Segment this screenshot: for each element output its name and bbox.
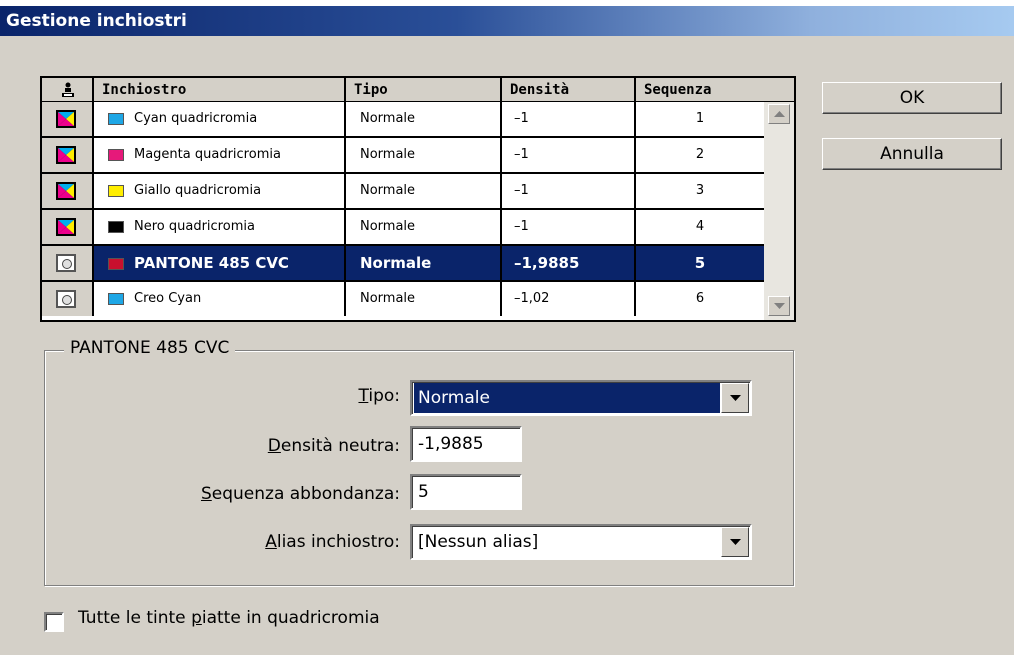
ink-type-cell: Normale: [346, 138, 502, 172]
table-scrollbar[interactable]: [764, 102, 794, 320]
ink-name: Cyan quadricromia: [134, 111, 258, 126]
ink-color-swatch: [108, 112, 124, 125]
ink-density-cell: –1: [502, 138, 636, 172]
spot-ink-icon: [56, 254, 76, 272]
ink-row[interactable]: Creo Cyan Normale –1,02 6: [42, 282, 764, 318]
ink-row[interactable]: Cyan quadricromia Normale –1 1: [42, 102, 764, 138]
ink-sequence-cell: 1: [636, 102, 764, 136]
ink-sequence-cell: 6: [636, 282, 764, 316]
ink-name: Creo Cyan: [134, 291, 202, 306]
ink-color-swatch: [108, 184, 124, 197]
ink-kind-cell[interactable]: [42, 174, 94, 208]
arrow-up-icon: [774, 111, 785, 117]
type-label: Tipo:: [358, 386, 400, 406]
scroll-up-button[interactable]: [768, 104, 790, 124]
ink-kind-cell[interactable]: [42, 282, 94, 316]
ink-type-cell: Normale: [346, 174, 502, 208]
sequence-label: Sequenza abbondanza:: [200, 484, 400, 504]
ink-type-cell: Normale: [346, 246, 502, 280]
ink-name-cell: Creo Cyan: [94, 282, 346, 316]
ink-name: Magenta quadricromia: [134, 147, 281, 162]
column-header-ink[interactable]: Inchiostro: [94, 78, 346, 102]
ink-row[interactable]: Giallo quadricromia Normale –1 3: [42, 174, 764, 210]
ink-alias-select-value: [Nessun alias]: [418, 532, 539, 552]
ink-color-swatch: [108, 220, 124, 233]
ink-name: Nero quadricromia: [134, 219, 255, 234]
ink-row[interactable]: Magenta quadricromia Normale –1 2: [42, 138, 764, 174]
arrow-down-icon: [774, 303, 785, 309]
spot-ink-icon: [56, 290, 76, 308]
ink-alias-select[interactable]: [Nessun alias]: [410, 524, 752, 560]
trapping-sequence-field[interactable]: 5: [410, 474, 522, 510]
ink-name-cell: PANTONE 485 CVC: [94, 246, 346, 280]
ink-color-swatch: [108, 257, 124, 270]
type-select-value: Normale: [414, 383, 720, 413]
neutral-density-field[interactable]: -1,9885: [410, 426, 522, 462]
ink-name-cell: Nero quadricromia: [94, 210, 346, 244]
ink-row[interactable]: Nero quadricromia Normale –1 4: [42, 210, 764, 246]
ink-name-cell: Giallo quadricromia: [94, 174, 346, 208]
ink-density-cell: –1,9885: [502, 246, 636, 280]
ink-sequence-cell: 3: [636, 174, 764, 208]
ink-type-icon: [62, 82, 74, 97]
ink-type-cell: Normale: [346, 210, 502, 244]
ink-color-swatch: [108, 148, 124, 161]
dialog-title: Gestione inchiostri: [6, 11, 187, 31]
process-ink-icon: [56, 218, 76, 236]
ink-name: PANTONE 485 CVC: [134, 254, 289, 272]
column-header-sequence[interactable]: Sequenza: [636, 78, 794, 102]
ink-type-cell: Normale: [346, 282, 502, 316]
ink-name: Giallo quadricromia: [134, 183, 262, 198]
ink-density-cell: –1: [502, 174, 636, 208]
type-dropdown-button[interactable]: [721, 383, 749, 413]
ink-kind-cell[interactable]: [42, 210, 94, 244]
chevron-down-icon: [730, 539, 741, 545]
all-spots-to-process-label[interactable]: Tutte le tinte piatte in quadricromia: [78, 608, 380, 628]
ink-sequence-cell: 5: [636, 246, 764, 280]
process-ink-icon: [56, 146, 76, 164]
ink-color-swatch: [108, 292, 124, 305]
ink-row[interactable]: PANTONE 485 CVC Normale –1,9885 5: [42, 246, 764, 282]
ink-name-cell: Magenta quadricromia: [94, 138, 346, 172]
dialog-title-bar: Gestione inchiostri: [0, 0, 1014, 36]
density-label: Densità neutra:: [267, 436, 400, 456]
ink-density-cell: –1: [502, 102, 636, 136]
ink-density-cell: –1,02: [502, 282, 636, 316]
ink-kind-cell[interactable]: [42, 246, 94, 280]
process-ink-icon: [56, 182, 76, 200]
ink-sequence-cell: 2: [636, 138, 764, 172]
ok-button[interactable]: OK: [822, 82, 1002, 114]
ink-table-header: Inchiostro Tipo Densità Sequenza: [42, 78, 794, 102]
scroll-down-button[interactable]: [768, 296, 790, 316]
alias-label: Alias inchiostro:: [265, 532, 400, 552]
ink-name-cell: Cyan quadricromia: [94, 102, 346, 136]
column-header-type[interactable]: Tipo: [346, 78, 502, 102]
ink-kind-cell[interactable]: [42, 102, 94, 136]
ink-type-column-header[interactable]: [42, 78, 94, 102]
chevron-down-icon: [730, 395, 741, 401]
type-select[interactable]: Normale: [410, 380, 752, 416]
column-header-density[interactable]: Densità: [502, 78, 636, 102]
ink-density-cell: –1: [502, 210, 636, 244]
ink-kind-cell[interactable]: [42, 138, 94, 172]
ink-table: Inchiostro Tipo Densità Sequenza Cyan qu…: [40, 76, 796, 322]
ink-sequence-cell: 4: [636, 210, 764, 244]
ink-details-legend: PANTONE 485 CVC: [64, 338, 236, 358]
alias-dropdown-button[interactable]: [721, 527, 749, 557]
ink-type-cell: Normale: [346, 102, 502, 136]
all-spots-to-process-checkbox[interactable]: [44, 612, 64, 632]
process-ink-icon: [56, 110, 76, 128]
cancel-button[interactable]: Annulla: [822, 138, 1002, 170]
